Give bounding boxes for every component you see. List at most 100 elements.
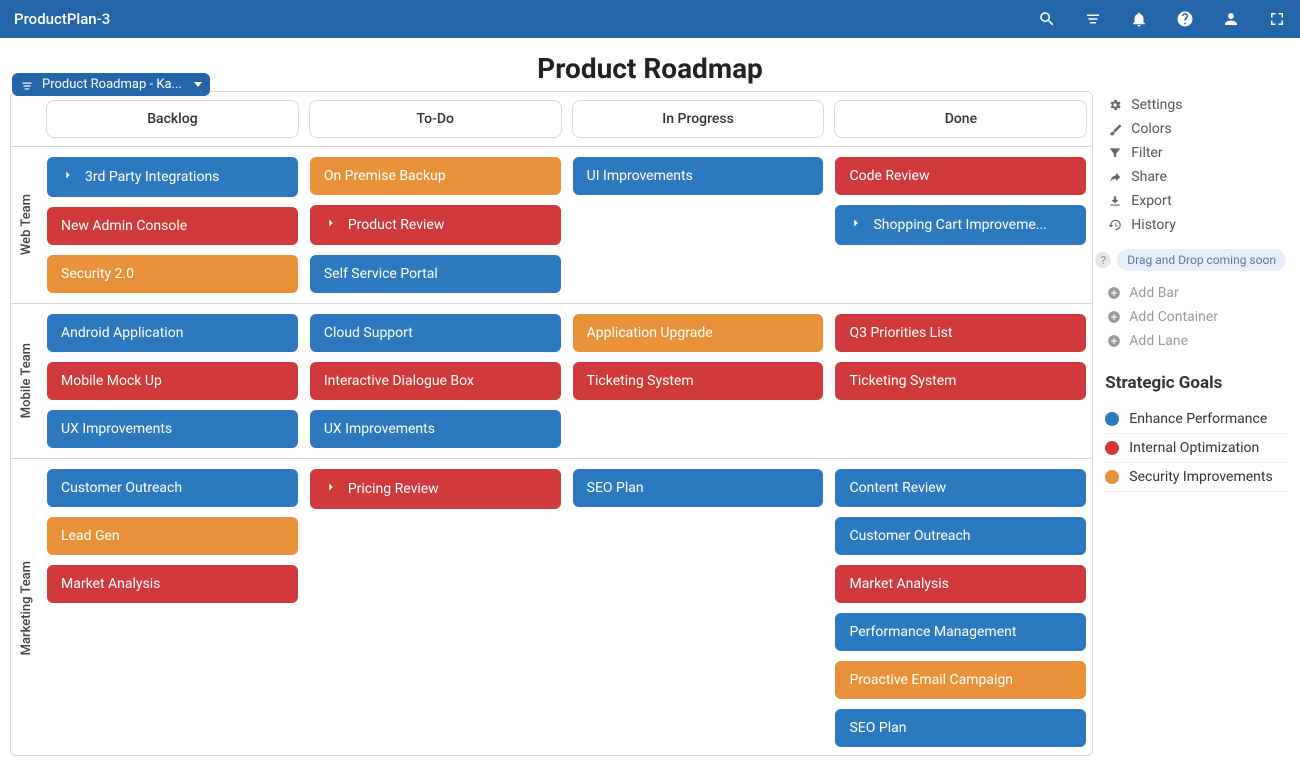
download-icon: [1107, 194, 1123, 208]
lane-cell: Customer Outreach Lead Gen Market Analysis: [41, 459, 304, 755]
menu-settings[interactable]: Settings: [1105, 93, 1290, 117]
bell-icon[interactable]: [1130, 10, 1148, 28]
add-lane[interactable]: Add Lane: [1105, 329, 1290, 353]
card[interactable]: Application Upgrade: [573, 314, 824, 352]
lane-label[interactable]: Marketing Team: [11, 459, 41, 755]
lane-cell: Content Review Customer Outreach Market An…: [829, 459, 1092, 755]
chevron-down-icon: [194, 82, 202, 87]
card-label: Pricing Review: [348, 481, 547, 497]
card-label: Self Service Portal: [324, 266, 547, 282]
card[interactable]: Ticketing System: [835, 362, 1086, 400]
card[interactable]: Ticketing System: [573, 362, 824, 400]
card[interactable]: Market Analysis: [835, 565, 1086, 603]
card-label: Market Analysis: [61, 576, 284, 592]
card[interactable]: Performance Management: [835, 613, 1086, 651]
card[interactable]: Proactive Email Campaign: [835, 661, 1086, 699]
lane-label[interactable]: Web Team: [11, 147, 41, 303]
card[interactable]: Market Analysis: [47, 565, 298, 603]
brand: ProductPlan-3: [14, 10, 110, 28]
gear-icon: [1107, 98, 1123, 112]
card[interactable]: Code Review: [835, 157, 1086, 195]
card[interactable]: Security 2.0: [47, 255, 298, 293]
menu-export[interactable]: Export: [1105, 189, 1290, 213]
column-header[interactable]: In Progress: [572, 100, 825, 138]
card-label: UI Improvements: [587, 168, 810, 184]
column-header[interactable]: Done: [834, 100, 1087, 138]
card[interactable]: UX Improvements: [310, 410, 561, 448]
lane: Marketing TeamCustomer OutreachLead GenM…: [11, 459, 1092, 755]
fullscreen-icon[interactable]: [1268, 10, 1286, 28]
strategic-goals-title: Strategic Goals: [1105, 373, 1290, 393]
card[interactable]: Self Service Portal: [310, 255, 561, 293]
column-headers: Backlog To-Do In Progress Done: [11, 92, 1092, 147]
menu-history[interactable]: History: [1105, 213, 1290, 237]
card[interactable]: Q3 Priorities List: [835, 314, 1086, 352]
card-label: Proactive Email Campaign: [849, 672, 1072, 688]
card-label: 3rd Party Integrations: [85, 169, 284, 185]
lane-cell: On Premise Backup Product Review Self Serv…: [304, 147, 567, 303]
add-bar[interactable]: Add Bar: [1105, 281, 1290, 305]
lane-cell: Cloud Support Interactive Dialogue Box UX …: [304, 304, 567, 458]
card[interactable]: Customer Outreach: [47, 469, 298, 507]
card-label: Application Upgrade: [587, 325, 810, 341]
card[interactable]: Customer Outreach: [835, 517, 1086, 555]
card-label: New Admin Console: [61, 218, 284, 234]
topbar: ProductPlan-3: [0, 0, 1300, 38]
user-icon[interactable]: [1222, 10, 1240, 28]
card[interactable]: Interactive Dialogue Box: [310, 362, 561, 400]
card[interactable]: SEO Plan: [835, 709, 1086, 747]
roadmap-selector-label: Product Roadmap - Ka...: [42, 77, 182, 92]
card[interactable]: New Admin Console: [47, 207, 298, 245]
color-dot-icon: [1105, 441, 1119, 455]
card[interactable]: Product Review: [310, 205, 561, 245]
card-label: Mobile Mock Up: [61, 373, 284, 389]
card-label: Market Analysis: [849, 576, 1072, 592]
menu-icon[interactable]: [1084, 10, 1102, 28]
card[interactable]: Lead Gen: [47, 517, 298, 555]
card-label: Shopping Cart Improveme...: [873, 217, 1072, 233]
menu-colors[interactable]: Colors: [1105, 117, 1290, 141]
card-label: Content Review: [849, 480, 1072, 496]
strategic-goal-item[interactable]: Internal Optimization: [1105, 434, 1290, 463]
chevron-right-icon: [324, 216, 338, 234]
card[interactable]: On Premise Backup: [310, 157, 561, 195]
card-label: Security 2.0: [61, 266, 284, 282]
card[interactable]: Cloud Support: [310, 314, 561, 352]
lane-label[interactable]: Mobile Team: [11, 304, 41, 458]
chevron-right-icon: [61, 168, 75, 186]
plus-circle-icon: [1107, 334, 1121, 348]
strategic-goal-item[interactable]: Enhance Performance: [1105, 405, 1290, 434]
strategic-goal-item[interactable]: Security Improvements: [1105, 463, 1290, 492]
column-header[interactable]: Backlog: [46, 100, 299, 138]
lane: Web Team 3rd Party Integrations New Admin …: [11, 147, 1092, 304]
card[interactable]: Content Review: [835, 469, 1086, 507]
card[interactable]: UX Improvements: [47, 410, 298, 448]
search-icon[interactable]: [1038, 10, 1056, 28]
color-dot-icon: [1105, 412, 1119, 426]
add-container[interactable]: Add Container: [1105, 305, 1290, 329]
card[interactable]: SEO Plan: [573, 469, 824, 507]
card[interactable]: Pricing Review: [310, 469, 561, 509]
menu-share[interactable]: Share: [1105, 165, 1290, 189]
card[interactable]: Mobile Mock Up: [47, 362, 298, 400]
lane: Mobile TeamAndroid Application Mobile Moc…: [11, 304, 1092, 459]
card-label: Lead Gen: [61, 528, 284, 544]
column-header[interactable]: To-Do: [309, 100, 562, 138]
card[interactable]: Shopping Cart Improveme...: [835, 205, 1086, 245]
card-label: Interactive Dialogue Box: [324, 373, 547, 389]
kanban-board: Backlog To-Do In Progress Done Web Team 3…: [10, 91, 1093, 756]
share-icon: [1107, 170, 1123, 184]
card[interactable]: 3rd Party Integrations: [47, 157, 298, 197]
card-label: Q3 Priorities List: [849, 325, 1072, 341]
card[interactable]: UI Improvements: [573, 157, 824, 195]
strategic-goal-label: Security Improvements: [1129, 469, 1272, 485]
help-icon[interactable]: [1176, 10, 1194, 28]
card[interactable]: Android Application: [47, 314, 298, 352]
roadmap-selector[interactable]: Product Roadmap - Ka...: [12, 73, 210, 96]
help-badge-icon[interactable]: ?: [1095, 252, 1111, 268]
filter-icon: [1107, 146, 1123, 160]
menu-filter[interactable]: Filter: [1105, 141, 1290, 165]
card-label: On Premise Backup: [324, 168, 547, 184]
card-label: Customer Outreach: [849, 528, 1072, 544]
card-label: Ticketing System: [849, 373, 1072, 389]
